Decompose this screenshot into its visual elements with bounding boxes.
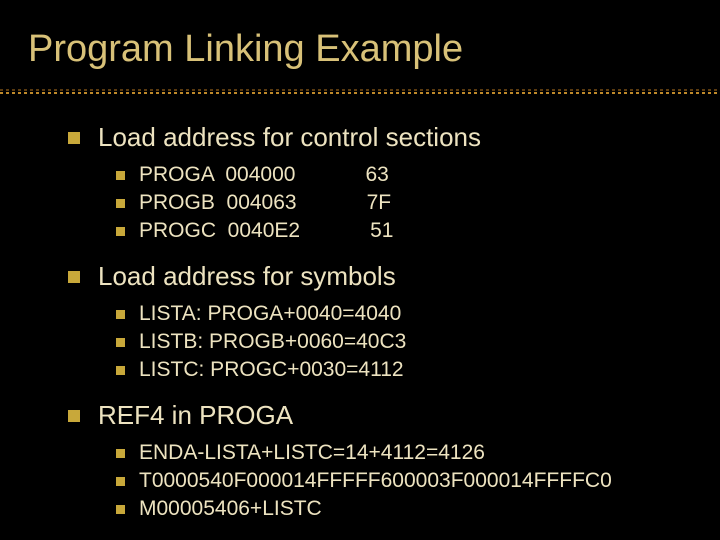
level2-text: LISTB: PROGB+0060=40C3 [139,330,406,354]
square-bullet-icon [68,271,80,283]
square-bullet-icon [68,410,80,422]
level2-text: ENDA-LISTA+LISTC=14+4112=4126 [139,441,485,465]
sublist: ENDA-LISTA+LISTC=14+4112=4126 T0000540F0… [68,441,680,521]
bullet-level1: Load address for control sections [68,122,680,153]
bullet-level2: PROGC 0040E2 51 [116,219,680,243]
level2-text: M00005406+LISTC [139,497,322,521]
level1-text: REF4 in PROGA [98,400,293,431]
bullet-level2: T0000540F000014FFFFF600003F000014FFFFC0 [116,469,680,493]
bullet-level2: ENDA-LISTA+LISTC=14+4112=4126 [116,441,680,465]
bullet-level2: LISTB: PROGB+0060=40C3 [116,330,680,354]
square-bullet-icon [116,505,125,514]
bullet-level2: LISTA: PROGA+0040=4040 [116,302,680,326]
level2-text: T0000540F000014FFFFF600003F000014FFFFC0 [139,469,612,493]
square-bullet-icon [116,171,125,180]
slide-content: Load address for control sections PROGA … [0,94,720,521]
square-bullet-icon [116,227,125,236]
sublist: PROGA 004000 63 PROGB 004063 7F PROGC 00… [68,163,680,243]
sublist: LISTA: PROGA+0040=4040 LISTB: PROGB+0060… [68,302,680,382]
bullet-level2: M00005406+LISTC [116,497,680,521]
square-bullet-icon [68,132,80,144]
title-rule [0,89,720,94]
level2-text: PROGA 004000 63 [139,163,389,187]
bullet-level1: REF4 in PROGA [68,400,680,431]
bullet-level2: PROGA 004000 63 [116,163,680,187]
bullet-level2: PROGB 004063 7F [116,191,680,215]
level2-text: LISTC: PROGC+0030=4112 [139,358,404,382]
square-bullet-icon [116,310,125,319]
level2-text: PROGC 0040E2 51 [139,219,393,243]
level1-text: Load address for control sections [98,122,481,153]
bullet-level2: LISTC: PROGC+0030=4112 [116,358,680,382]
bullet-level1: Load address for symbols [68,261,680,292]
square-bullet-icon [116,477,125,486]
square-bullet-icon [116,366,125,375]
level1-text: Load address for symbols [98,261,396,292]
slide-title: Program Linking Example [0,0,720,71]
level2-text: PROGB 004063 7F [139,191,391,215]
square-bullet-icon [116,338,125,347]
level2-text: LISTA: PROGA+0040=4040 [139,302,401,326]
square-bullet-icon [116,449,125,458]
square-bullet-icon [116,199,125,208]
